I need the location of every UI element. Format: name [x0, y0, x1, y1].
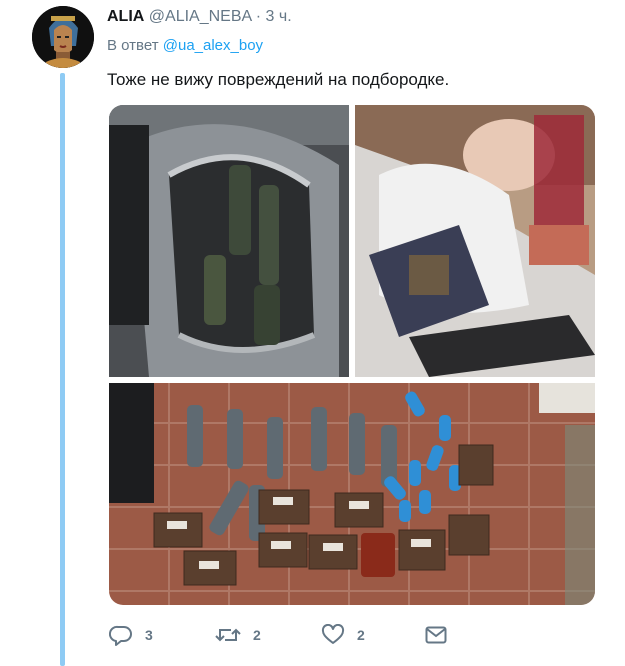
media-divider-vertical — [349, 105, 355, 377]
avatar[interactable] — [32, 6, 94, 68]
reply-context: В ответ @ua_alex_boy — [107, 36, 263, 56]
author-name[interactable]: ALIA — [107, 8, 144, 25]
like-button[interactable]: 2 — [321, 620, 365, 650]
direct-message-button[interactable] — [425, 620, 447, 650]
separator-dot: · — [255, 8, 262, 25]
media-collage — [109, 105, 595, 605]
like-count: 2 — [357, 627, 365, 643]
tweet-header: ALIA @ALIA_NEBA · 3 ч. — [107, 6, 292, 28]
tweet-media-grid[interactable] — [109, 105, 595, 605]
media-divider-horizontal — [109, 377, 595, 383]
timestamp[interactable]: 3 ч. — [266, 8, 292, 25]
photo-floor-items[interactable] — [109, 383, 595, 605]
tweet-text: Тоже не вижу повреждений на подбородке. — [107, 70, 450, 89]
reply-to-link[interactable]: @ua_alex_boy — [163, 37, 263, 54]
reply-prefix: В ответ — [107, 37, 159, 54]
author-handle[interactable]: @ALIA_NEBA — [149, 8, 252, 25]
photo-person[interactable] — [355, 105, 595, 377]
thread-connector-line — [60, 73, 65, 666]
reply-icon — [109, 625, 132, 646]
retweet-icon — [215, 628, 241, 642]
reply-button[interactable]: 3 — [109, 620, 153, 650]
retweet-button[interactable]: 2 — [215, 620, 261, 650]
avatar-image — [32, 6, 94, 68]
tweet-actions-bar: 3 2 2 — [107, 620, 587, 650]
reply-count: 3 — [145, 627, 153, 643]
envelope-icon — [425, 626, 447, 644]
heart-icon — [321, 624, 345, 644]
retweet-count: 2 — [253, 627, 261, 643]
photo-bag[interactable] — [109, 105, 349, 377]
